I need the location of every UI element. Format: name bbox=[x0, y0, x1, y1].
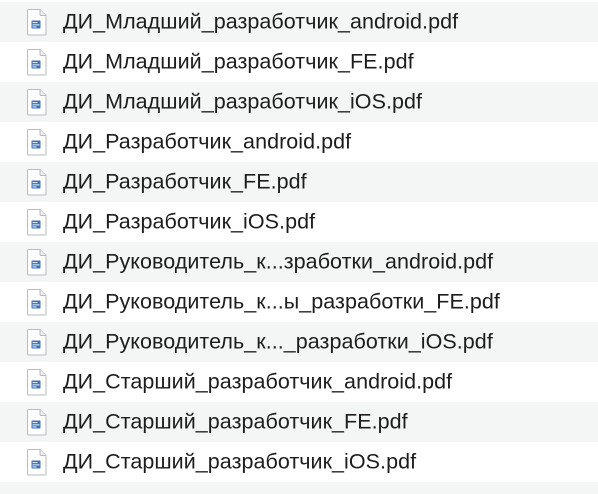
file-name: ДИ_Старший_разработчик_FE.pdf bbox=[63, 409, 408, 434]
pdf-document-icon bbox=[27, 249, 47, 276]
file-name: ДИ_Руководитель_к...зработки_android.pdf bbox=[63, 249, 494, 274]
file-row[interactable]: ДИ_Младший_разработчик_FE.pdf bbox=[0, 42, 598, 82]
file-row[interactable]: ДИ_Разработчик_android.pdf bbox=[0, 122, 598, 162]
pdf-document-icon bbox=[27, 49, 47, 76]
file-row[interactable]: ДИ_Старший_разработчик_android.pdf bbox=[0, 362, 598, 402]
file-name: ДИ_Разработчик_android.pdf bbox=[63, 129, 352, 154]
file-row[interactable]: ДИ_Старший_разработчик_FE.pdf bbox=[0, 402, 598, 442]
file-row[interactable]: ДИ_Руководитель_к..._разработки_iOS.pdf bbox=[0, 322, 598, 362]
file-row[interactable]: ДИ_Младший_разработчик_android.pdf bbox=[0, 2, 598, 42]
file-name: ДИ_Старший_разработчик_android.pdf bbox=[63, 369, 453, 394]
pdf-document-icon bbox=[27, 409, 47, 436]
file-name: ДИ_Младший_разработчик_android.pdf bbox=[63, 9, 459, 34]
pdf-document-icon bbox=[27, 329, 47, 356]
file-name: ДИ_Разработчик_FE.pdf bbox=[63, 169, 307, 194]
file-name: ДИ_Руководитель_к...ы_разработки_FE.pdf bbox=[63, 289, 500, 314]
pdf-document-icon bbox=[27, 449, 47, 476]
file-row[interactable]: ДИ_Младший_разработчик_iOS.pdf bbox=[0, 82, 598, 122]
file-name: ДИ_Старший_разработчик_iOS.pdf bbox=[63, 449, 417, 474]
pdf-document-icon bbox=[27, 369, 47, 396]
pdf-document-icon bbox=[27, 9, 47, 36]
file-row[interactable]: ДИ_Разработчик_FE.pdf bbox=[0, 162, 598, 202]
file-name: ДИ_Младший_разработчик_FE.pdf bbox=[63, 49, 414, 74]
file-row[interactable]: ДИ_Руководитель_к...ы_разработки_FE.pdf bbox=[0, 282, 598, 322]
pdf-document-icon bbox=[27, 209, 47, 236]
file-name: ДИ_Руководитель_к..._разработки_iOS.pdf bbox=[63, 329, 493, 354]
pdf-document-icon bbox=[27, 289, 47, 316]
file-row[interactable]: ДИ_Старший_разработчик_iOS.pdf bbox=[0, 442, 598, 482]
pdf-document-icon bbox=[27, 169, 47, 196]
file-row[interactable]: ДИ_Разработчик_iOS.pdf bbox=[0, 202, 598, 242]
file-name: ДИ_Разработчик_iOS.pdf bbox=[63, 209, 316, 234]
file-name: ДИ_Младший_разработчик_iOS.pdf bbox=[63, 89, 423, 114]
pdf-document-icon bbox=[27, 129, 47, 156]
file-list: ДИ_Младший_разработчик_android.pdf ДИ_Мл… bbox=[0, 0, 598, 494]
pdf-document-icon bbox=[27, 89, 47, 116]
file-row[interactable]: ДИ_Руководитель_к...зработки_android.pdf bbox=[0, 242, 598, 282]
empty-row bbox=[0, 482, 598, 494]
